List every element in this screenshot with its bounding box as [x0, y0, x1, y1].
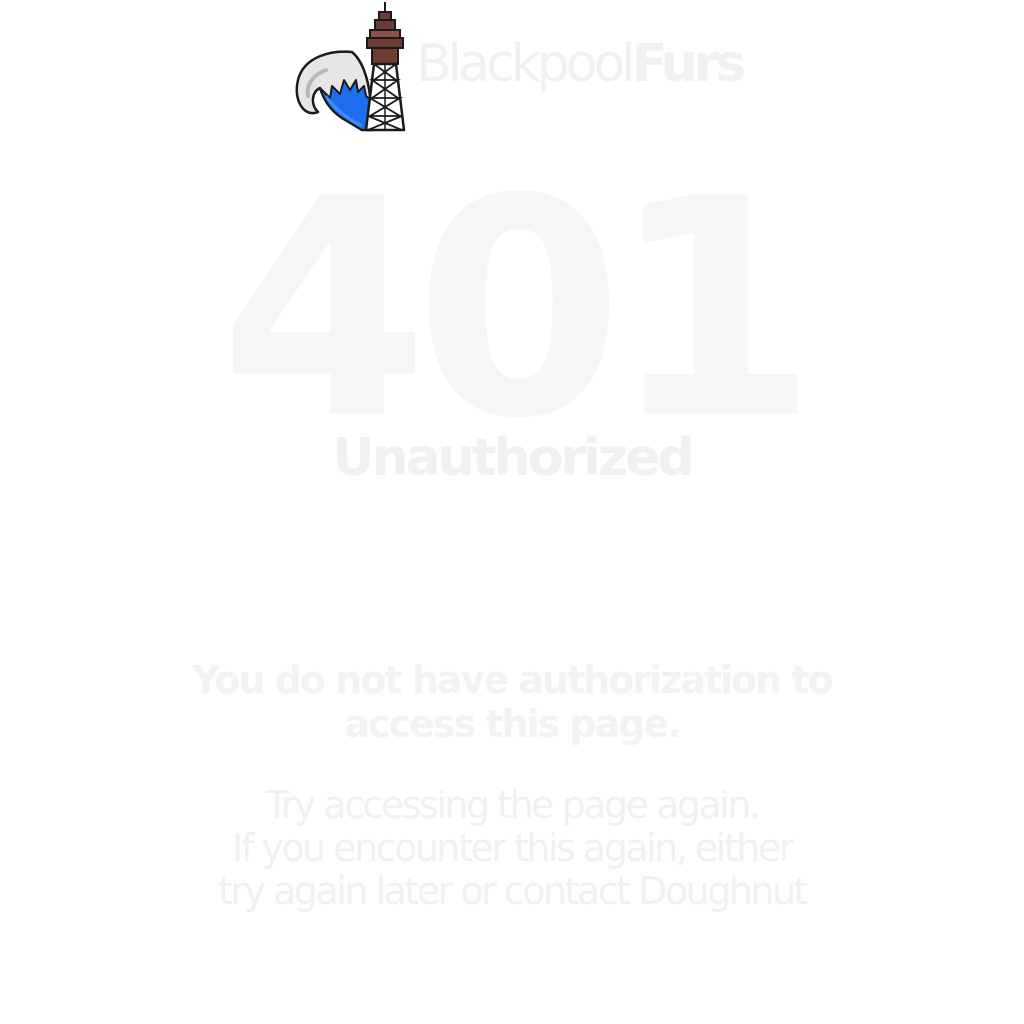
error-message-line: access this page.	[344, 702, 681, 746]
fox-tail-tower-logo-icon	[295, 2, 406, 132]
brand-name-light: Blackpool	[416, 34, 636, 94]
brand-wordmark: BlackpoolFurs	[416, 38, 746, 90]
site-header: BlackpoolFurs	[0, 0, 1024, 140]
error-hint-line: If you encounter this again, either	[232, 826, 794, 870]
error-message: You do not have authorization to access …	[0, 658, 1024, 746]
error-hint: Try accessing the page again. If you enc…	[0, 784, 1024, 913]
error-code: 401	[219, 135, 818, 484]
error-title: Unauthorized	[332, 428, 694, 488]
error-page: BlackpoolFurs 401 Unauthorized You do no…	[0, 0, 1024, 1024]
error-message-line: You do not have authorization to	[192, 658, 833, 702]
error-hint-line: try again later or contact Doughnut	[218, 869, 808, 913]
brand-name-bold: Furs	[631, 34, 747, 94]
error-hint-line: Try accessing the page again.	[265, 783, 761, 827]
